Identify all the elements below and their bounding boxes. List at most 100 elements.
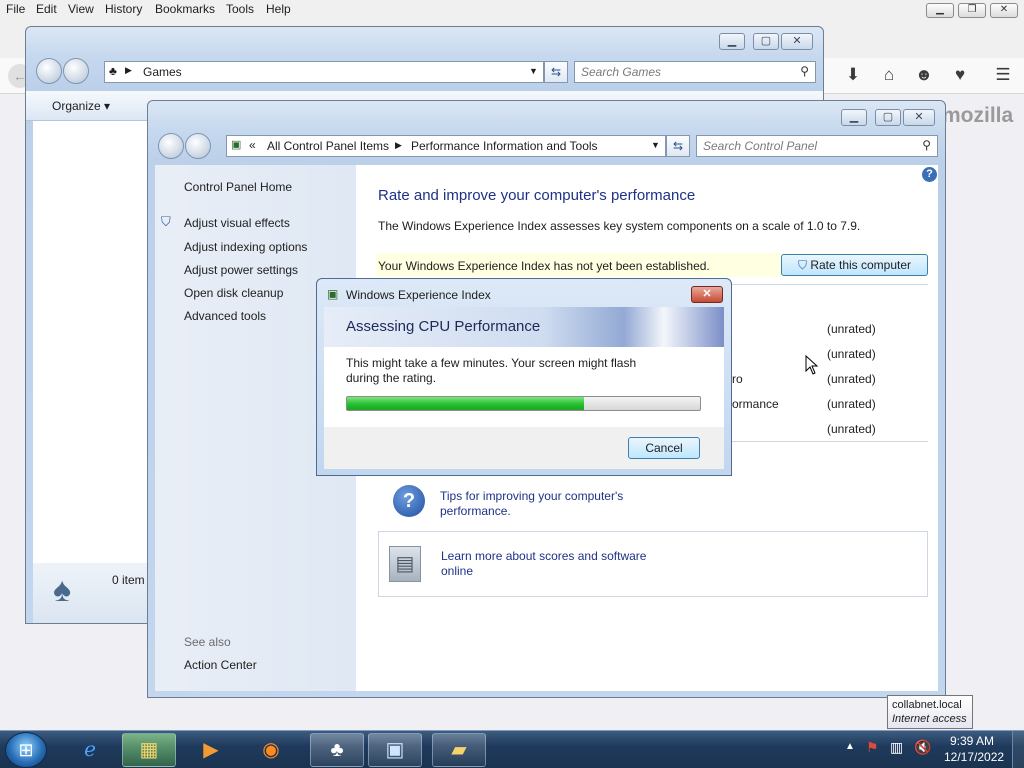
firefox-close-button[interactable]: ✕ <box>990 3 1018 18</box>
action-center-link[interactable]: Action Center <box>184 658 257 672</box>
wei-message: This might take a few minutes. Your scre… <box>346 356 637 385</box>
menu-bookmarks[interactable]: Bookmarks <box>155 2 215 16</box>
wei-dialog: ▣ Windows Experience Index ✕ Assessing C… <box>316 278 732 476</box>
games-minimize-button[interactable]: ▁ <box>719 33 745 50</box>
search-icon[interactable]: ⚲ <box>922 138 931 152</box>
wei-footer: Cancel <box>324 427 724 469</box>
wei-heading: Assessing CPU Performance <box>346 318 541 335</box>
cp-forward-icon[interactable] <box>185 133 211 159</box>
tooltip-line2: Internet access <box>892 713 967 725</box>
games-search-placeholder: Search Games <box>581 65 662 79</box>
menu-edit[interactable]: Edit <box>36 2 57 16</box>
help-icon[interactable]: ? <box>922 167 937 182</box>
firefox-restore-button[interactable]: ❐ <box>958 3 986 18</box>
cp-search-input[interactable]: Search Control Panel ⚲ <box>696 135 938 157</box>
rate-computer-label: Rate this computer <box>810 258 912 272</box>
chat-icon[interactable]: ☻ <box>913 64 935 86</box>
games-refresh-icon[interactable]: ⇆ <box>544 61 568 83</box>
adjust-visual-effects-link[interactable]: Adjust visual effects <box>184 216 290 230</box>
cp-home-link[interactable]: Control Panel Home <box>184 180 292 194</box>
cp-maximize-button[interactable]: ▢ <box>875 109 901 126</box>
score-disk: (unrated) <box>827 422 876 436</box>
chevron-down-icon[interactable]: ▼ <box>529 66 538 76</box>
breadcrumb-performance[interactable]: Performance Information and Tools <box>411 139 598 153</box>
tips-link[interactable]: Tips for improving your computer's perfo… <box>440 489 640 519</box>
games-back-icon[interactable] <box>36 58 62 84</box>
games-forward-icon[interactable] <box>63 58 89 84</box>
organize-button[interactable]: Organize ▾ <box>52 99 110 113</box>
firefox-icon[interactable]: ◉ <box>244 733 298 767</box>
adjust-power-link[interactable]: Adjust power settings <box>184 263 298 277</box>
cp-back-icon[interactable] <box>158 133 184 159</box>
menu-help[interactable]: Help <box>266 2 291 16</box>
organize-label: Organize <box>52 99 101 113</box>
wei-dialog-title: Windows Experience Index <box>346 288 491 302</box>
score-processor: (unrated) <box>827 322 876 336</box>
games-address-text: Games <box>143 65 182 79</box>
cp-description: The Windows Experience Index assesses ke… <box>378 219 861 233</box>
show-desktop-button[interactable] <box>1012 731 1024 768</box>
disk-cleanup-link[interactable]: Open disk cleanup <box>184 286 283 300</box>
games-address-bar[interactable]: ♣ ▶ Games ▼ <box>104 61 544 83</box>
wei-progress-bar <box>346 396 701 411</box>
windows-explorer-icon[interactable]: ▦ <box>122 733 176 767</box>
chevron-down-icon[interactable]: ▼ <box>651 140 660 150</box>
cp-address-bar[interactable]: ▣ « All Control Panel Items ▶ Performanc… <box>226 135 666 157</box>
games-search-input[interactable]: Search Games ⚲ <box>574 61 816 83</box>
breadcrumb-all-items[interactable]: All Control Panel Items <box>267 139 389 153</box>
hamburger-menu-icon[interactable]: ☰ <box>992 64 1014 86</box>
menu-history[interactable]: History <box>105 2 142 16</box>
score-graphics: (unrated) <box>827 372 876 386</box>
cp-main-title: Rate and improve your computer's perform… <box>378 187 696 204</box>
network-icon[interactable]: ▥ <box>890 739 903 756</box>
see-also-label: See also <box>184 635 231 649</box>
pocket-icon[interactable]: ♥ <box>949 64 971 86</box>
games-folder-icon: ♣ <box>109 64 117 78</box>
action-center-flag-icon[interactable]: ⚑ <box>866 739 879 756</box>
games-close-button[interactable]: ✕ <box>781 33 813 50</box>
games-maximize-button[interactable]: ▢ <box>753 33 779 50</box>
tooltip-line1: collabnet.local <box>892 699 962 711</box>
control-panel-games-icon[interactable]: ♣ <box>310 733 364 767</box>
rate-computer-button[interactable]: ⛉ Rate this computer <box>781 254 928 276</box>
wei-progress-fill <box>347 397 584 410</box>
media-player-icon[interactable]: ▶ <box>184 733 238 767</box>
folder-icon[interactable]: ▰ <box>432 733 486 767</box>
cp-refresh-icon[interactable]: ⇆ <box>666 135 690 157</box>
wei-cancel-button[interactable]: Cancel <box>628 437 700 459</box>
wei-dialog-icon: ▣ <box>327 287 339 301</box>
chevron-right-icon[interactable]: ▶ <box>125 65 132 76</box>
control-panel-icon: ▣ <box>231 139 242 151</box>
download-icon[interactable]: ⬇ <box>842 64 864 86</box>
adjust-indexing-link[interactable]: Adjust indexing options <box>184 240 307 254</box>
menu-tools[interactable]: Tools <box>226 2 254 16</box>
chevron-right-icon[interactable]: ▶ <box>395 140 402 151</box>
cp-notice-text: Your Windows Experience Index has not ye… <box>378 259 710 273</box>
mouse-cursor-icon <box>805 355 819 375</box>
clock-time[interactable]: 9:39 AM <box>950 734 994 748</box>
advanced-tools-link[interactable]: Advanced tools <box>184 309 266 323</box>
volume-muted-icon[interactable]: 🔇 <box>914 739 931 756</box>
firefox-minimize-button[interactable]: ▁ <box>926 3 954 18</box>
taskbar: ⊞ ℯ ▦ ▶ ◉ ♣ ▣ ▰ ▲ ⚑ ▥ 🔇 9:39 AM 12/17/20… <box>0 730 1024 768</box>
clock-date[interactable]: 12/17/2022 <box>944 750 1004 764</box>
control-panel-icon[interactable]: ▣ <box>368 733 422 767</box>
menu-view[interactable]: View <box>68 2 94 16</box>
score-memory: (unrated) <box>827 347 876 361</box>
software-box-icon: ▤ <box>389 546 421 582</box>
home-icon[interactable]: ⌂ <box>878 64 900 86</box>
cp-minimize-button[interactable]: ▁ <box>841 109 867 126</box>
internet-explorer-icon[interactable]: ℯ <box>63 733 117 767</box>
menu-file[interactable]: File <box>6 2 25 16</box>
cp-breadcrumb-overflow[interactable]: « <box>249 138 256 152</box>
learn-more-link[interactable]: Learn more about scores and software onl… <box>441 549 661 579</box>
wei-close-button[interactable]: ✕ <box>691 286 723 303</box>
search-icon[interactable]: ⚲ <box>800 64 809 78</box>
start-orb-icon[interactable]: ⊞ <box>5 732 47 768</box>
show-hidden-icons-icon[interactable]: ▲ <box>845 741 855 752</box>
cp-close-button[interactable]: ✕ <box>903 109 935 126</box>
wei-header-banner: Assessing CPU Performance <box>324 307 724 347</box>
games-puzzle-icon: ♠ <box>53 571 72 609</box>
cp-search-placeholder: Search Control Panel <box>703 139 818 153</box>
shield-icon: ⛉ <box>797 258 807 272</box>
